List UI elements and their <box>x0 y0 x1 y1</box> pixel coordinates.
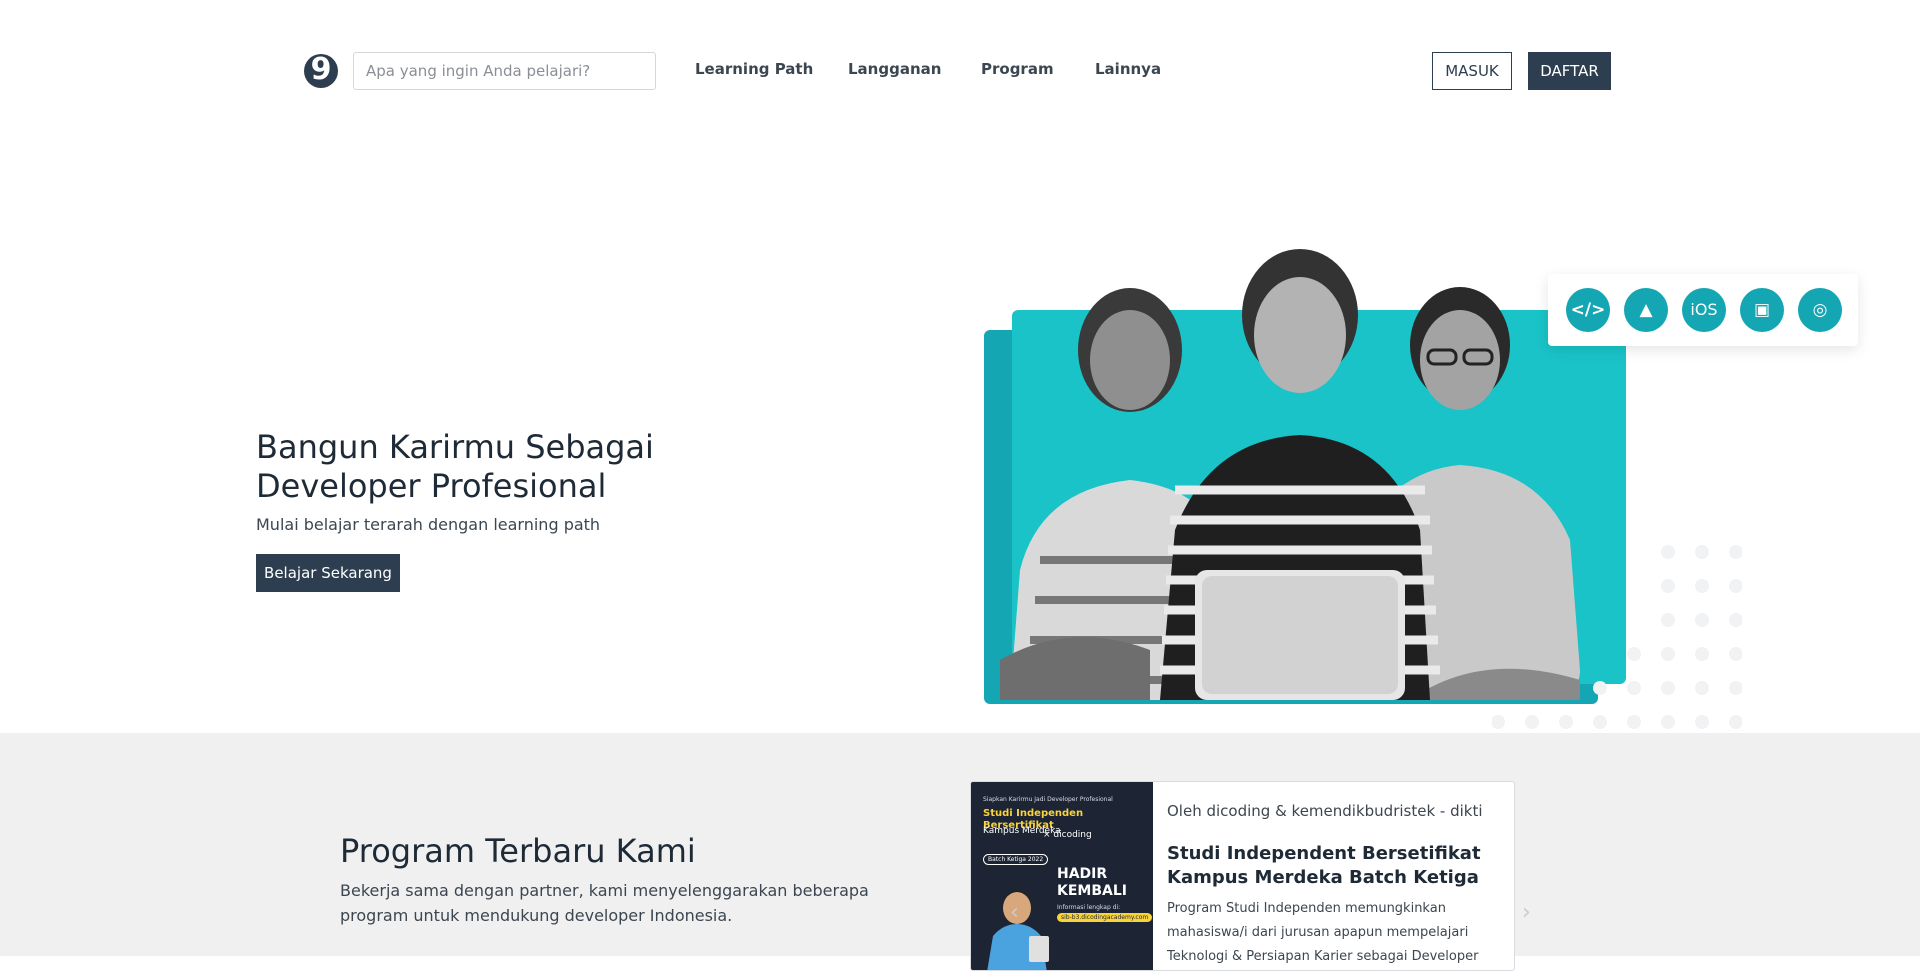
program-poster: Siapkan Karirmu Jadi Developer Profesion… <box>971 782 1153 970</box>
tech-icons-card: </> ▲ iOS ▣ ◎ <box>1548 274 1858 346</box>
person-center <box>1160 249 1440 700</box>
register-button[interactable]: DAFTAR <box>1528 52 1611 90</box>
poster-batch-badge: Batch Ketiga 2022 <box>983 854 1049 865</box>
ios-icon[interactable]: iOS <box>1682 288 1726 332</box>
programs-title: Program Terbaru Kami <box>340 832 696 870</box>
poster-tagline: Siapkan Karirmu Jadi Developer Profesion… <box>983 796 1113 803</box>
hero-subtitle: Mulai belajar terarah dengan learning pa… <box>256 515 601 534</box>
dicoding-logo[interactable]: 9 <box>304 54 338 88</box>
programs-section <box>0 733 1920 956</box>
program-card[interactable]: Siapkan Karirmu Jadi Developer Profesion… <box>970 781 1515 971</box>
code-icon[interactable]: </> <box>1566 288 1610 332</box>
nav-program[interactable]: Program <box>981 60 1054 78</box>
nav-langganan[interactable]: Langganan <box>848 60 941 78</box>
hero-title: Bangun Karirmu Sebagai Developer Profesi… <box>256 428 654 505</box>
program-title[interactable]: Studi Independent Bersetifikat Kampus Me… <box>1167 842 1487 890</box>
carousel-next-icon[interactable]: › <box>1522 900 1531 925</box>
program-description: Program Studi Independen memungkinkan ma… <box>1167 901 1479 964</box>
poster-headline: HADIR KEMBALI <box>1057 866 1127 899</box>
poster-person-image <box>987 890 1049 970</box>
nav-learning-path[interactable]: Learning Path <box>695 60 813 78</box>
start-learning-button[interactable]: Belajar Sekarang <box>256 554 400 592</box>
nav-lainnya[interactable]: Lainnya <box>1095 60 1161 78</box>
site-header: 9 Learning Path Langganan Program Lainny… <box>0 0 1920 140</box>
poster-partner: × dicoding <box>1043 830 1092 840</box>
program-organizer: Oleh dicoding & kemendikbudristek - dikt… <box>1167 802 1483 820</box>
poster-info: Informasi lengkap di: <box>1057 904 1121 911</box>
login-button[interactable]: MASUK <box>1432 52 1512 90</box>
carousel-prev-icon[interactable]: ‹ <box>1010 900 1019 925</box>
android-icon[interactable]: ▲ <box>1624 288 1668 332</box>
chip-icon[interactable]: ▣ <box>1740 288 1784 332</box>
poster-url: sib-b3.dicodingacademy.com <box>1057 913 1153 922</box>
search-input[interactable] <box>353 52 656 90</box>
globe-icon[interactable]: ◎ <box>1798 288 1842 332</box>
programs-description: Bekerja sama dengan partner, kami menyel… <box>340 881 869 925</box>
